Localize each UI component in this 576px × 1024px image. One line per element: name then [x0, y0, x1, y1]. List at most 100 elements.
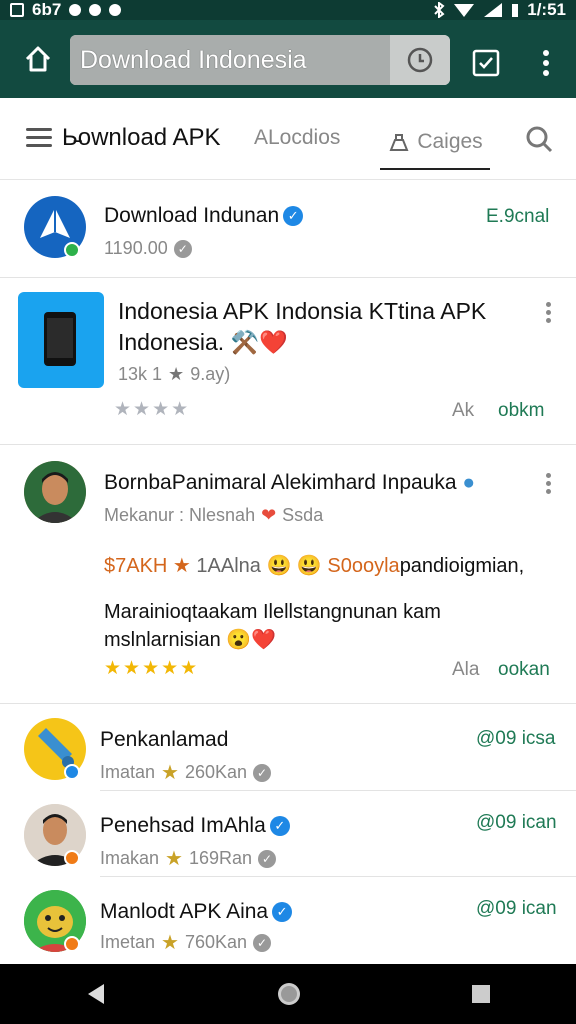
featured-count: 13k 1 [118, 364, 163, 384]
status-dot [64, 242, 80, 258]
check-icon: ✓ [258, 849, 277, 868]
status-left: 6b7 [10, 0, 122, 20]
url-bar[interactable]: Download Indonesia [70, 35, 450, 85]
featured-item[interactable]: Indonesia APK Indonsia KTtina APK Indone… [0, 278, 576, 444]
home-icon [25, 46, 51, 72]
recents-icon[interactable] [470, 983, 492, 1005]
item-sub-prefix: Imetan [100, 932, 156, 952]
action-link[interactable]: ookan [498, 659, 550, 681]
site-nav: Ь̵ownload APK ALocdios Caiges [0, 98, 576, 180]
featured-meta: 13k 1 ★ 9.ay) [118, 364, 230, 385]
notification-icon-2 [89, 4, 102, 16]
search-icon[interactable] [524, 124, 554, 154]
bluetooth-icon [434, 2, 445, 18]
item-action[interactable]: E.9cnal [486, 206, 549, 228]
verified-icon: ✓ [269, 816, 290, 837]
status-bar: 6b7 1/:51 [0, 0, 576, 20]
featured-title: Indonesia APK Indonsia KTtina APK Indone… [118, 296, 518, 358]
item-name: Download Indunan ✓ [104, 204, 304, 228]
item-sub: Imatan ★ 260Kan ✓ [100, 760, 272, 785]
item-sub-prefix: Imakan [100, 848, 160, 868]
divider [100, 790, 576, 791]
overflow-menu-button[interactable] [528, 45, 564, 81]
verified-icon: ✓ [283, 206, 304, 227]
post-line-2: Marainioqtaakam Ilellstangnunan kam [104, 601, 441, 623]
notification-icon [69, 4, 82, 16]
action-label: Ala [452, 659, 480, 680]
item-action[interactable]: @09 icsa [476, 728, 556, 750]
list-item[interactable]: Penehsad ImAhla ✓ Imakan ★ 169Ran ✓ @09 i… [0, 792, 576, 878]
rating-stars: ★★★★★ [104, 658, 200, 679]
post-meta: Mekanur : Nlesnah ❤ Ssda [104, 505, 323, 526]
post-meta-prefix: Mekanur : Nlesnah [104, 505, 256, 525]
list-item[interactable]: Manlodt APK Aina ✓ Imetan ★ 760Kan ✓ @09 … [0, 878, 576, 964]
more-vert-icon[interactable] [546, 473, 552, 495]
check-icon: ✓ [253, 933, 272, 952]
battery-icon [512, 4, 519, 17]
person-icon: ● [462, 471, 476, 494]
item-name-text: Penehsad ImAhla [100, 814, 266, 837]
item-sub: Imakan ★ 169Ran ✓ [100, 846, 277, 871]
post-line-1-b: 1AAlna 😃 😃 [196, 555, 322, 577]
tab-audios[interactable]: ALocdios [254, 126, 340, 150]
item-sub: Imetan ★ 760Kan ✓ [100, 930, 272, 955]
notification-icon-3 [109, 4, 122, 16]
post-meta-suffix: Ssda [282, 505, 324, 525]
post-author-text: BornbaPanimaral Alekimhard Inpauka [104, 471, 457, 494]
badge-icon [64, 764, 80, 780]
home-button[interactable] [8, 20, 68, 98]
rating-stars: ★★★★ [114, 399, 191, 420]
post-line-1-a: $7AKH ★ [104, 555, 191, 577]
system-nav-bar [0, 964, 576, 1024]
item-action[interactable]: @09 ican [476, 812, 557, 834]
list-item[interactable]: Download Indunan ✓ 1190.00 ✓ E.9cnal [0, 180, 576, 278]
hamburger-menu-icon[interactable] [26, 128, 52, 148]
item-name: Penehsad ImAhla ✓ [100, 814, 290, 838]
item-sub-value: 760Kan [184, 932, 248, 952]
check-icon: ✓ [173, 239, 192, 258]
status-right: 1/:51 [433, 0, 566, 20]
post-line-1: $7AKH ★ 1AAlna 😃 😃 S0ooylapandioigmian, [104, 551, 524, 581]
heart-icon: ❤ [261, 505, 277, 525]
app-screen: 6b7 1/:51 Download Indonesia Ь̵ownload A… [0, 0, 576, 1024]
post-item[interactable]: BornbaPanimaral Alekimhard Inpauka ● Mek… [0, 445, 576, 703]
avatar [24, 461, 86, 523]
item-name-text: Download Indunan [104, 204, 280, 227]
badge-icon [64, 850, 80, 866]
featured-rating: 9.ay) [190, 364, 231, 384]
item-sub-prefix: Imatan [100, 762, 156, 782]
item-sub: 1190.00 ✓ [104, 238, 192, 259]
more-vert-icon [543, 50, 549, 76]
tab-categories-label: Caiges [417, 130, 483, 153]
post-line-1-c: S0ooyla [327, 555, 400, 577]
item-name-text: Manlodt APK Aina [100, 900, 269, 923]
action-link[interactable]: obkm [498, 400, 544, 422]
featured-title-text: Indonesia APK Indonsia KTtina APK Indone… [118, 298, 487, 355]
tab-categories[interactable]: Caiges [380, 116, 490, 170]
status-time: 1/:51 [527, 0, 566, 19]
item-sub-value: 260Kan [184, 762, 248, 782]
url-text[interactable]: Download Indonesia [70, 35, 390, 85]
post-author: BornbaPanimaral Alekimhard Inpauka ● [104, 471, 475, 495]
list-item[interactable]: Penkanlamad Imatan ★ 260Kan ✓ @09 icsa [0, 704, 576, 792]
site-info-button[interactable] [390, 35, 450, 85]
person-avatar [24, 461, 86, 523]
wifi-icon [454, 4, 475, 17]
featured-emoji: ⚒️❤️ [230, 329, 288, 355]
badge-icon [64, 936, 80, 952]
check-icon: ✓ [253, 763, 272, 782]
item-name: Penkanlamad [100, 728, 229, 751]
star-icon: ★ [161, 762, 179, 784]
back-icon[interactable] [84, 982, 108, 1006]
tabs-button[interactable] [468, 45, 504, 81]
site-title[interactable]: Ь̵ownload APK [62, 124, 221, 152]
verified-icon: ✓ [272, 902, 293, 923]
item-sub-value: 169Ran [188, 848, 253, 868]
more-vert-icon[interactable] [546, 302, 552, 324]
star-icon: ★ [165, 848, 183, 870]
gallery-icon [10, 3, 24, 17]
home-circle-icon[interactable] [276, 981, 302, 1007]
item-action[interactable]: @09 ican [476, 898, 557, 920]
post-line-3: mslnlarnisian 😮❤️ [104, 629, 277, 651]
browser-toolbar: Download Indonesia [0, 20, 576, 98]
